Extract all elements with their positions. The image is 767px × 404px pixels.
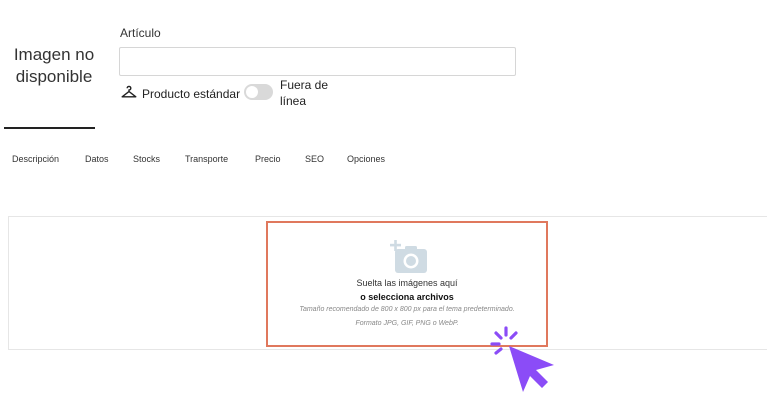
discontinued-toggle[interactable] <box>244 84 273 100</box>
tab-transporte[interactable]: Transporte <box>185 154 228 164</box>
add-camera-icon <box>390 240 428 279</box>
image-placeholder-line1: Imagen no <box>13 45 95 64</box>
toggle-knob <box>246 86 258 98</box>
dropzone-title: Suelta las imágenes aquí <box>356 278 458 288</box>
select-files-link[interactable]: o selecciona archivos <box>268 292 546 302</box>
article-label: Artículo <box>120 26 161 40</box>
product-type-label: Producto estándar <box>142 86 241 101</box>
image-placeholder: Imagen no disponible <box>4 44 104 88</box>
article-input[interactable] <box>119 47 516 76</box>
dropzone-size-hint: Tamaño recomendado de 800 x 800 px para … <box>299 306 515 313</box>
discontinued-label-line1: Fuera de <box>280 78 329 92</box>
discontinued-label-line2: línea <box>280 94 307 108</box>
tab-descripcion[interactable]: Descripción <box>12 154 59 164</box>
image-placeholder-line2: disponible <box>15 67 93 86</box>
click-cursor-icon <box>490 326 562 401</box>
discontinued-label: Fuera de línea <box>280 77 340 109</box>
product-type: Producto estándar <box>121 85 240 102</box>
tab-seo[interactable]: SEO <box>305 154 324 164</box>
tab-stocks[interactable]: Stocks <box>133 154 160 164</box>
tab-opciones[interactable]: Opciones <box>347 154 385 164</box>
image-placeholder-underline <box>4 127 95 129</box>
tab-datos[interactable]: Datos <box>85 154 109 164</box>
hanger-icon <box>121 85 137 102</box>
tab-precio[interactable]: Precio <box>255 154 281 164</box>
